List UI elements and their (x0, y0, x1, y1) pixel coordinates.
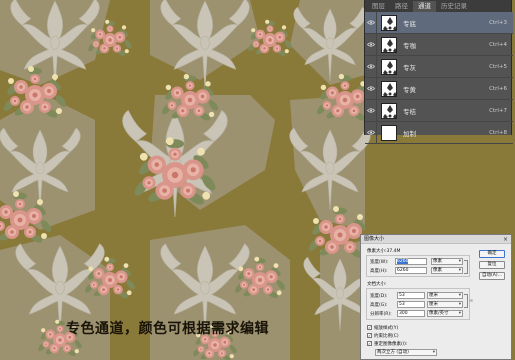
image-size-dialog: 图像大小 × 像素大小:37.4M 宽度(W): 6260 像素 高度(H): … (360, 234, 512, 360)
channel-shortcut: Ctrl+5 (489, 63, 507, 70)
height-input[interactable]: 6260 (395, 267, 427, 274)
tab-history[interactable]: 历史记录 (436, 1, 472, 12)
pixel-size-label: 像素大小:37.4M (367, 249, 401, 254)
scale-styles-checkbox[interactable]: ✓ (367, 325, 372, 330)
channel-name: 专咖 (403, 41, 416, 50)
resample-checkbox[interactable]: ✓ (367, 341, 372, 346)
eye-icon[interactable] (365, 55, 377, 78)
channel-row[interactable]: 专灰 Ctrl+5 (365, 55, 513, 78)
auto-button[interactable]: 自动(A)... (479, 272, 505, 280)
resample-label: 重定图像像素(I): (374, 342, 408, 347)
channel-thumbnail (381, 124, 397, 141)
dialog-title: 图像大小 (361, 235, 511, 244)
width-input[interactable]: 6260 (395, 258, 427, 265)
channel-name: 专底 (403, 19, 416, 28)
ok-button[interactable]: 确定 (479, 250, 505, 258)
channel-row[interactable]: 加制 Ctrl+8 (365, 121, 513, 144)
channel-shortcut: Ctrl+3 (489, 19, 507, 26)
doc-width-input[interactable]: 53 (397, 292, 425, 299)
document-size-label: 文档大小: (367, 282, 387, 287)
channel-name: 加制 (403, 129, 416, 138)
channel-thumbnail (381, 58, 397, 75)
channel-shortcut: Ctrl+7 (489, 107, 507, 114)
doc-height-input[interactable]: 53 (397, 301, 425, 308)
channel-name: 专黄 (403, 85, 416, 94)
width-unit-select[interactable]: 像素 (431, 258, 463, 265)
doc-height-label: 高度(G): (370, 303, 388, 308)
doc-link-bracket (464, 294, 468, 308)
doc-width-unit-select[interactable]: 厘米 (427, 292, 463, 299)
channel-shortcut: Ctrl+6 (489, 85, 507, 92)
tab-paths[interactable]: 路径 (390, 1, 413, 12)
reset-button[interactable]: 复位 (479, 261, 505, 269)
eye-icon[interactable] (365, 11, 377, 34)
caption-text: 专色通道，颜色可根据需求编辑 (66, 321, 269, 337)
constrain-label: 约束比例(C) (374, 334, 399, 339)
channel-shortcut: Ctrl+4 (489, 41, 507, 48)
resolution-label: 分辨率(R): (370, 312, 392, 317)
channel-name: 专灰 (403, 63, 416, 72)
eye-icon[interactable] (365, 121, 377, 144)
channel-thumbnail (381, 80, 397, 97)
doc-width-label: 宽度(D): (370, 294, 388, 299)
channel-row[interactable]: 专咖 Ctrl+4 (365, 33, 513, 56)
resolution-input[interactable]: 300 (397, 310, 425, 317)
channel-thumbnail (381, 36, 397, 53)
panel-tabs: 图层 路径 通道 历史记录 (365, 0, 511, 12)
close-icon[interactable]: × (503, 235, 508, 244)
pixel-link-bracket (464, 260, 468, 274)
height-unit-select[interactable]: 像素 (431, 267, 463, 274)
scale-styles-label: 缩放样式(Y) (374, 326, 399, 331)
channel-shortcut: Ctrl+8 (489, 129, 507, 136)
eye-icon[interactable] (365, 33, 377, 56)
resample-method-select[interactable]: 两次立方 (自动) (375, 349, 437, 356)
channel-row[interactable]: 专底 Ctrl+3 (365, 11, 513, 34)
channel-thumbnail (381, 14, 397, 31)
width-label: 宽度(W): (370, 260, 389, 265)
resolution-unit-select[interactable]: 像素/英寸 (427, 310, 463, 317)
chain-icon: ∞ (469, 298, 474, 304)
height-label: 高度(H): (370, 269, 388, 274)
channel-row[interactable]: 专黄 Ctrl+6 (365, 77, 513, 100)
constrain-checkbox[interactable]: ✓ (367, 333, 372, 338)
channel-row[interactable]: 专桔 Ctrl+7 (365, 99, 513, 122)
channel-thumbnail (381, 102, 397, 119)
tab-channels[interactable]: 通道 (413, 1, 436, 12)
doc-height-unit-select[interactable]: 厘米 (427, 301, 463, 308)
channels-panel: 图层 路径 通道 历史记录 专底 Ctrl+3 专咖 Ctrl+4 专灰 Ctrl+5 专黄… (364, 0, 513, 144)
channel-list: 专底 Ctrl+3 专咖 Ctrl+4 专灰 Ctrl+5 专黄 Ctrl+6 专桔 Ctrl+7… (365, 11, 513, 144)
tab-layers[interactable]: 图层 (367, 1, 390, 12)
channel-name: 专桔 (403, 107, 416, 116)
eye-icon[interactable] (365, 99, 377, 122)
eye-icon[interactable] (365, 77, 377, 100)
